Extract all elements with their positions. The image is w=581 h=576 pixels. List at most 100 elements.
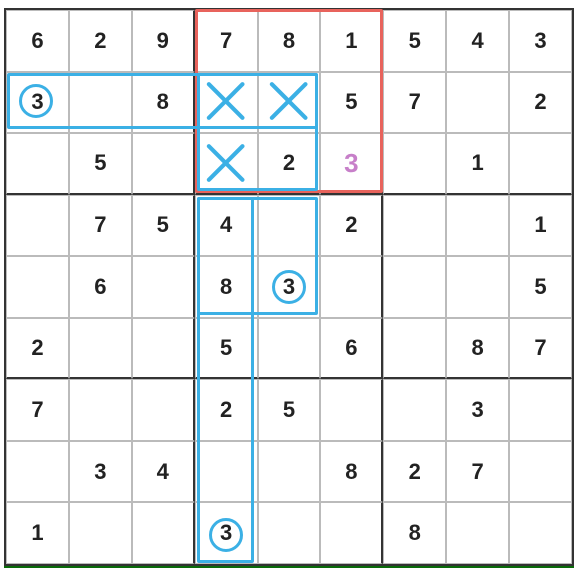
cell-r8-c1[interactable] xyxy=(69,502,132,564)
cell-r4-c2[interactable] xyxy=(132,256,195,318)
cell-r0-c6[interactable]: 5 xyxy=(383,10,446,72)
cell-value: 3 xyxy=(472,397,484,423)
cell-r3-c6[interactable] xyxy=(383,195,446,257)
cell-r2-c8[interactable] xyxy=(509,133,572,195)
cell-r2-c2[interactable] xyxy=(132,133,195,195)
cell-r6-c2[interactable] xyxy=(132,379,195,441)
cell-r2-c6[interactable] xyxy=(383,133,446,195)
cell-r3-c2[interactable]: 5 xyxy=(132,195,195,257)
cell-r6-c3[interactable]: 2 xyxy=(195,379,258,441)
cell-r8-c3[interactable]: 3 xyxy=(195,502,258,564)
cell-r4-c8[interactable]: 5 xyxy=(509,256,572,318)
cell-value: 6 xyxy=(31,28,43,54)
cell-r6-c4[interactable]: 5 xyxy=(258,379,321,441)
cell-r0-c2[interactable]: 9 xyxy=(132,10,195,72)
cell-r3-c8[interactable]: 1 xyxy=(509,195,572,257)
cell-r7-c4[interactable] xyxy=(258,441,321,503)
cell-r8-c8[interactable] xyxy=(509,502,572,564)
cell-r1-c5[interactable]: 5 xyxy=(320,72,383,134)
cell-r8-c5[interactable] xyxy=(320,502,383,564)
cell-r3-c5[interactable]: 2 xyxy=(320,195,383,257)
cell-value: 3 xyxy=(94,459,106,485)
cell-r5-c8[interactable]: 7 xyxy=(509,318,572,380)
sudoku-board: 6297815433857252317542168352568772533482… xyxy=(4,8,574,568)
cell-value: 1 xyxy=(31,520,43,546)
cell-r6-c7[interactable]: 3 xyxy=(446,379,509,441)
cell-r8-c6[interactable]: 8 xyxy=(383,502,446,564)
cell-r0-c8[interactable]: 3 xyxy=(509,10,572,72)
cell-r3-c7[interactable] xyxy=(446,195,509,257)
cell-r1-c3[interactable] xyxy=(195,72,258,134)
cell-r6-c6[interactable] xyxy=(383,379,446,441)
cell-r3-c4[interactable] xyxy=(258,195,321,257)
cell-r5-c7[interactable]: 8 xyxy=(446,318,509,380)
cell-r5-c2[interactable] xyxy=(132,318,195,380)
cell-r7-c7[interactable]: 7 xyxy=(446,441,509,503)
cell-r1-c0[interactable]: 3 xyxy=(6,72,69,134)
cell-r8-c7[interactable] xyxy=(446,502,509,564)
cell-r2-c0[interactable] xyxy=(6,133,69,195)
cell-r0-c1[interactable]: 2 xyxy=(69,10,132,72)
cell-r7-c3[interactable] xyxy=(195,441,258,503)
cell-r4-c0[interactable] xyxy=(6,256,69,318)
cell-value: 7 xyxy=(472,459,484,485)
cell-r4-c3[interactable]: 8 xyxy=(195,256,258,318)
cell-r7-c5[interactable]: 8 xyxy=(320,441,383,503)
cell-r3-c3[interactable]: 4 xyxy=(195,195,258,257)
cell-value: 1 xyxy=(534,212,546,238)
cell-value: 7 xyxy=(31,397,43,423)
cell-r6-c8[interactable] xyxy=(509,379,572,441)
cell-r4-c7[interactable] xyxy=(446,256,509,318)
cell-r4-c6[interactable] xyxy=(383,256,446,318)
cell-r5-c5[interactable]: 6 xyxy=(320,318,383,380)
cell-r8-c0[interactable]: 1 xyxy=(6,502,69,564)
cell-r5-c4[interactable] xyxy=(258,318,321,380)
cell-r7-c2[interactable]: 4 xyxy=(132,441,195,503)
cell-r2-c5[interactable]: 3 xyxy=(320,133,383,195)
cell-value: 6 xyxy=(345,335,357,361)
cell-value: 9 xyxy=(157,28,169,54)
cell-r7-c0[interactable] xyxy=(6,441,69,503)
cell-r0-c3[interactable]: 7 xyxy=(195,10,258,72)
cell-r5-c0[interactable]: 2 xyxy=(6,318,69,380)
cell-r0-c7[interactable]: 4 xyxy=(446,10,509,72)
cell-r0-c4[interactable]: 8 xyxy=(258,10,321,72)
cell-r4-c5[interactable] xyxy=(320,256,383,318)
cell-value: 3 xyxy=(283,274,295,300)
cell-r1-c4[interactable] xyxy=(258,72,321,134)
cell-r7-c6[interactable]: 2 xyxy=(383,441,446,503)
cell-value: 5 xyxy=(409,28,421,54)
cell-r3-c0[interactable] xyxy=(6,195,69,257)
cell-r4-c4[interactable]: 3 xyxy=(258,256,321,318)
cell-r1-c1[interactable] xyxy=(69,72,132,134)
cell-r0-c5[interactable]: 1 xyxy=(320,10,383,72)
cell-value: 8 xyxy=(409,520,421,546)
cell-r1-c2[interactable]: 8 xyxy=(132,72,195,134)
cell-r6-c0[interactable]: 7 xyxy=(6,379,69,441)
cell-r2-c1[interactable]: 5 xyxy=(69,133,132,195)
cell-r1-c7[interactable] xyxy=(446,72,509,134)
cell-r3-c1[interactable]: 7 xyxy=(69,195,132,257)
cell-value: 5 xyxy=(220,335,232,361)
cell-r1-c8[interactable]: 2 xyxy=(509,72,572,134)
cell-value: 5 xyxy=(94,150,106,176)
cell-r4-c1[interactable]: 6 xyxy=(69,256,132,318)
cell-r7-c8[interactable] xyxy=(509,441,572,503)
cell-r2-c3[interactable] xyxy=(195,133,258,195)
cell-r6-c1[interactable] xyxy=(69,379,132,441)
cell-r5-c3[interactable]: 5 xyxy=(195,318,258,380)
cell-r8-c2[interactable] xyxy=(132,502,195,564)
cell-r0-c0[interactable]: 6 xyxy=(6,10,69,72)
cell-r2-c7[interactable]: 1 xyxy=(446,133,509,195)
cell-value: 4 xyxy=(220,212,232,238)
cell-r5-c6[interactable] xyxy=(383,318,446,380)
cell-value: 5 xyxy=(283,397,295,423)
cell-r8-c4[interactable] xyxy=(258,502,321,564)
cell-r2-c4[interactable]: 2 xyxy=(258,133,321,195)
cell-r7-c1[interactable]: 3 xyxy=(69,441,132,503)
cell-r6-c5[interactable] xyxy=(320,379,383,441)
cell-value: 8 xyxy=(220,274,232,300)
cell-r5-c1[interactable] xyxy=(69,318,132,380)
cell-value: 7 xyxy=(220,28,232,54)
cell-r1-c6[interactable]: 7 xyxy=(383,72,446,134)
